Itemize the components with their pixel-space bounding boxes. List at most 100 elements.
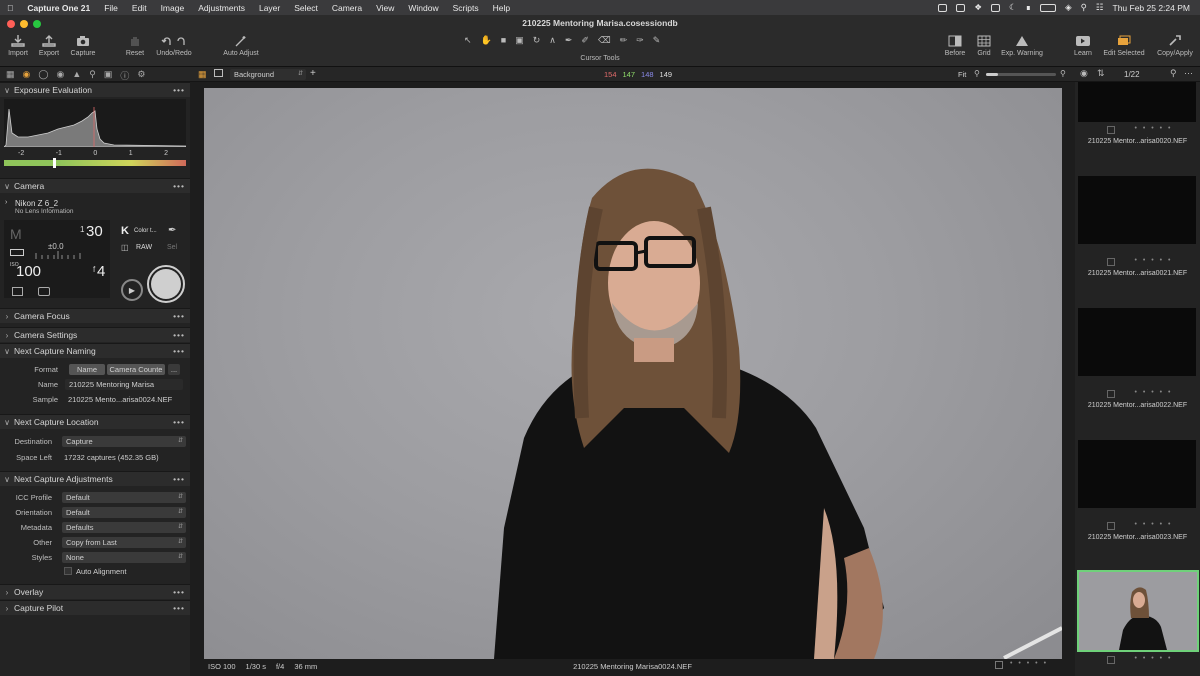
- thumbnail-rating[interactable]: • • • • •: [1091, 521, 1200, 528]
- filter-search-icon[interactable]: ⚲: [1170, 68, 1177, 79]
- eye-icon[interactable]: ◉: [1080, 68, 1088, 79]
- status-icon[interactable]: [991, 3, 1001, 12]
- control-center-icon[interactable]: ☷: [1096, 2, 1104, 13]
- search-icon[interactable]: ⚲: [1081, 2, 1087, 13]
- iso-value[interactable]: 100: [16, 263, 41, 280]
- styles-select[interactable]: None ⇵: [62, 552, 186, 563]
- thumbnail-21[interactable]: [1078, 176, 1196, 244]
- next-capture-adjustments-header[interactable]: ∨ Next Capture Adjustments •••: [0, 471, 190, 486]
- menu-view[interactable]: View: [369, 3, 401, 13]
- menu-window[interactable]: Window: [401, 3, 445, 13]
- zoom-in-icon[interactable]: ⚲: [1060, 69, 1066, 78]
- zoom-fit-label[interactable]: Fit: [958, 70, 966, 79]
- app-menu[interactable]: Capture One 21: [20, 3, 97, 13]
- thumbnail-20[interactable]: [1078, 82, 1196, 122]
- apple-menu-icon[interactable]: : [0, 3, 20, 13]
- import-button[interactable]: Import: [4, 35, 32, 57]
- export-button[interactable]: Export: [36, 35, 62, 57]
- overlay-header[interactable]: › Overlay •••: [0, 584, 190, 599]
- dropbox-icon[interactable]: ❖: [974, 2, 982, 13]
- more-icon[interactable]: •••: [173, 181, 190, 191]
- more-icon[interactable]: •••: [173, 603, 190, 613]
- metadata-tab-icon[interactable]: ⓘ: [120, 69, 129, 82]
- copy-apply-button[interactable]: Copy/Apply: [1154, 35, 1196, 57]
- thumbnail-24-selected[interactable]: [1077, 570, 1199, 652]
- chevron-icon[interactable]: ›: [5, 199, 7, 206]
- exposure-warning-button[interactable]: Exp. Warning: [998, 35, 1046, 57]
- menu-file[interactable]: File: [97, 3, 125, 13]
- auto-adjust-button[interactable]: Auto Adjust: [220, 35, 262, 57]
- menu-adjustments[interactable]: Adjustments: [191, 3, 252, 13]
- menu-help[interactable]: Help: [486, 3, 517, 13]
- layer-select[interactable]: Background ⇵: [230, 69, 306, 80]
- status-icon[interactable]: [938, 3, 948, 12]
- more-icon[interactable]: •••: [173, 85, 190, 95]
- erase-icon[interactable]: ⌫: [598, 35, 611, 49]
- next-capture-naming-header[interactable]: ∨ Next Capture Naming •••: [0, 343, 190, 358]
- reset-button[interactable]: Reset: [122, 35, 148, 57]
- image-viewer[interactable]: ISO 100 1/30 s f/4 36 mm 210225 Mentorin…: [190, 82, 1075, 676]
- menu-layer[interactable]: Layer: [252, 3, 287, 13]
- bluetooth-icon[interactable]: ∎: [1026, 2, 1031, 13]
- camera-focus-header[interactable]: › Camera Focus •••: [0, 308, 190, 323]
- thumbnail-22[interactable]: [1078, 308, 1196, 376]
- icc-profile-select[interactable]: Default ⇵: [62, 492, 186, 503]
- metadata-select[interactable]: Defaults ⇵: [62, 522, 186, 533]
- lens-tab-icon[interactable]: ◯: [38, 69, 48, 82]
- gradient-icon[interactable]: ✏: [620, 35, 628, 49]
- camera-settings-header[interactable]: › Camera Settings •••: [0, 327, 190, 342]
- destination-select[interactable]: Capture ⇵: [62, 436, 186, 447]
- picker-icon[interactable]: ✑: [636, 35, 644, 49]
- color-tab-icon[interactable]: ◉: [56, 69, 64, 82]
- capture-pilot-header[interactable]: › Capture Pilot •••: [0, 600, 190, 615]
- keystone-icon[interactable]: ∧: [549, 35, 556, 49]
- orientation-select[interactable]: Default ⇵: [62, 507, 186, 518]
- metering-icon[interactable]: [38, 287, 50, 296]
- thumbnail-rating[interactable]: • • • • •: [1091, 389, 1200, 396]
- menu-camera[interactable]: Camera: [325, 3, 369, 13]
- select-cursor-icon[interactable]: ↖: [464, 35, 472, 49]
- format-more-button[interactable]: ...: [168, 364, 180, 375]
- draw-mask-icon[interactable]: ✐: [581, 35, 589, 49]
- zoom-out-icon[interactable]: ⚲: [974, 69, 980, 78]
- shutter-release-button[interactable]: [147, 265, 185, 303]
- rotate-icon[interactable]: ↻: [533, 35, 541, 49]
- star-rating[interactable]: • • • • •: [1010, 660, 1048, 667]
- thumbnail-rating[interactable]: • • • • •: [1091, 257, 1200, 264]
- settings-tab-icon[interactable]: ⚙: [137, 69, 145, 82]
- brush-icon[interactable]: ✒: [565, 35, 573, 49]
- name-field[interactable]: 210225 Mentoring Marisa: [65, 379, 183, 390]
- next-capture-location-header[interactable]: ∨ Next Capture Location •••: [0, 414, 190, 429]
- zoom-slider[interactable]: [986, 73, 1056, 76]
- auto-alignment-checkbox[interactable]: [64, 567, 72, 575]
- more-icon[interactable]: •••: [173, 330, 190, 340]
- adjustments-tab-icon[interactable]: ▣: [104, 69, 113, 82]
- menu-image[interactable]: Image: [154, 3, 192, 13]
- add-layer-icon[interactable]: +: [310, 68, 316, 79]
- before-button[interactable]: Before: [940, 35, 970, 57]
- thumbnail-23[interactable]: [1078, 440, 1196, 508]
- camera-header[interactable]: ∨ Camera •••: [0, 178, 190, 193]
- more-icon[interactable]: •••: [173, 346, 190, 356]
- clock[interactable]: Thu Feb 25 2:24 PM: [1113, 3, 1191, 13]
- wifi-icon[interactable]: ◈: [1065, 2, 1072, 13]
- more-icon[interactable]: •••: [173, 474, 190, 484]
- eyedropper-icon[interactable]: ✒: [168, 225, 176, 236]
- drive-mode-icon[interactable]: [12, 287, 23, 296]
- single-view-icon[interactable]: [214, 69, 223, 77]
- capture-tab-icon[interactable]: ◉: [23, 69, 31, 82]
- exposure-tab-icon[interactable]: ▲: [72, 69, 81, 82]
- photo[interactable]: [204, 88, 1062, 659]
- format-token-name[interactable]: Name: [69, 364, 105, 375]
- select-checkbox[interactable]: [995, 661, 1003, 669]
- menu-scripts[interactable]: Scripts: [446, 3, 486, 13]
- crop-icon[interactable]: ▣: [515, 35, 524, 49]
- shutter-denominator[interactable]: 30: [86, 223, 103, 240]
- sort-icon[interactable]: ⇅: [1097, 68, 1105, 79]
- more-icon[interactable]: •••: [173, 417, 190, 427]
- status-icon[interactable]: [956, 3, 966, 12]
- annotate-icon[interactable]: ✎: [653, 35, 661, 49]
- menu-select[interactable]: Select: [287, 3, 325, 13]
- other-select[interactable]: Copy from Last ⇵: [62, 537, 186, 548]
- thumbnail-rating[interactable]: • • • • •: [1091, 655, 1200, 662]
